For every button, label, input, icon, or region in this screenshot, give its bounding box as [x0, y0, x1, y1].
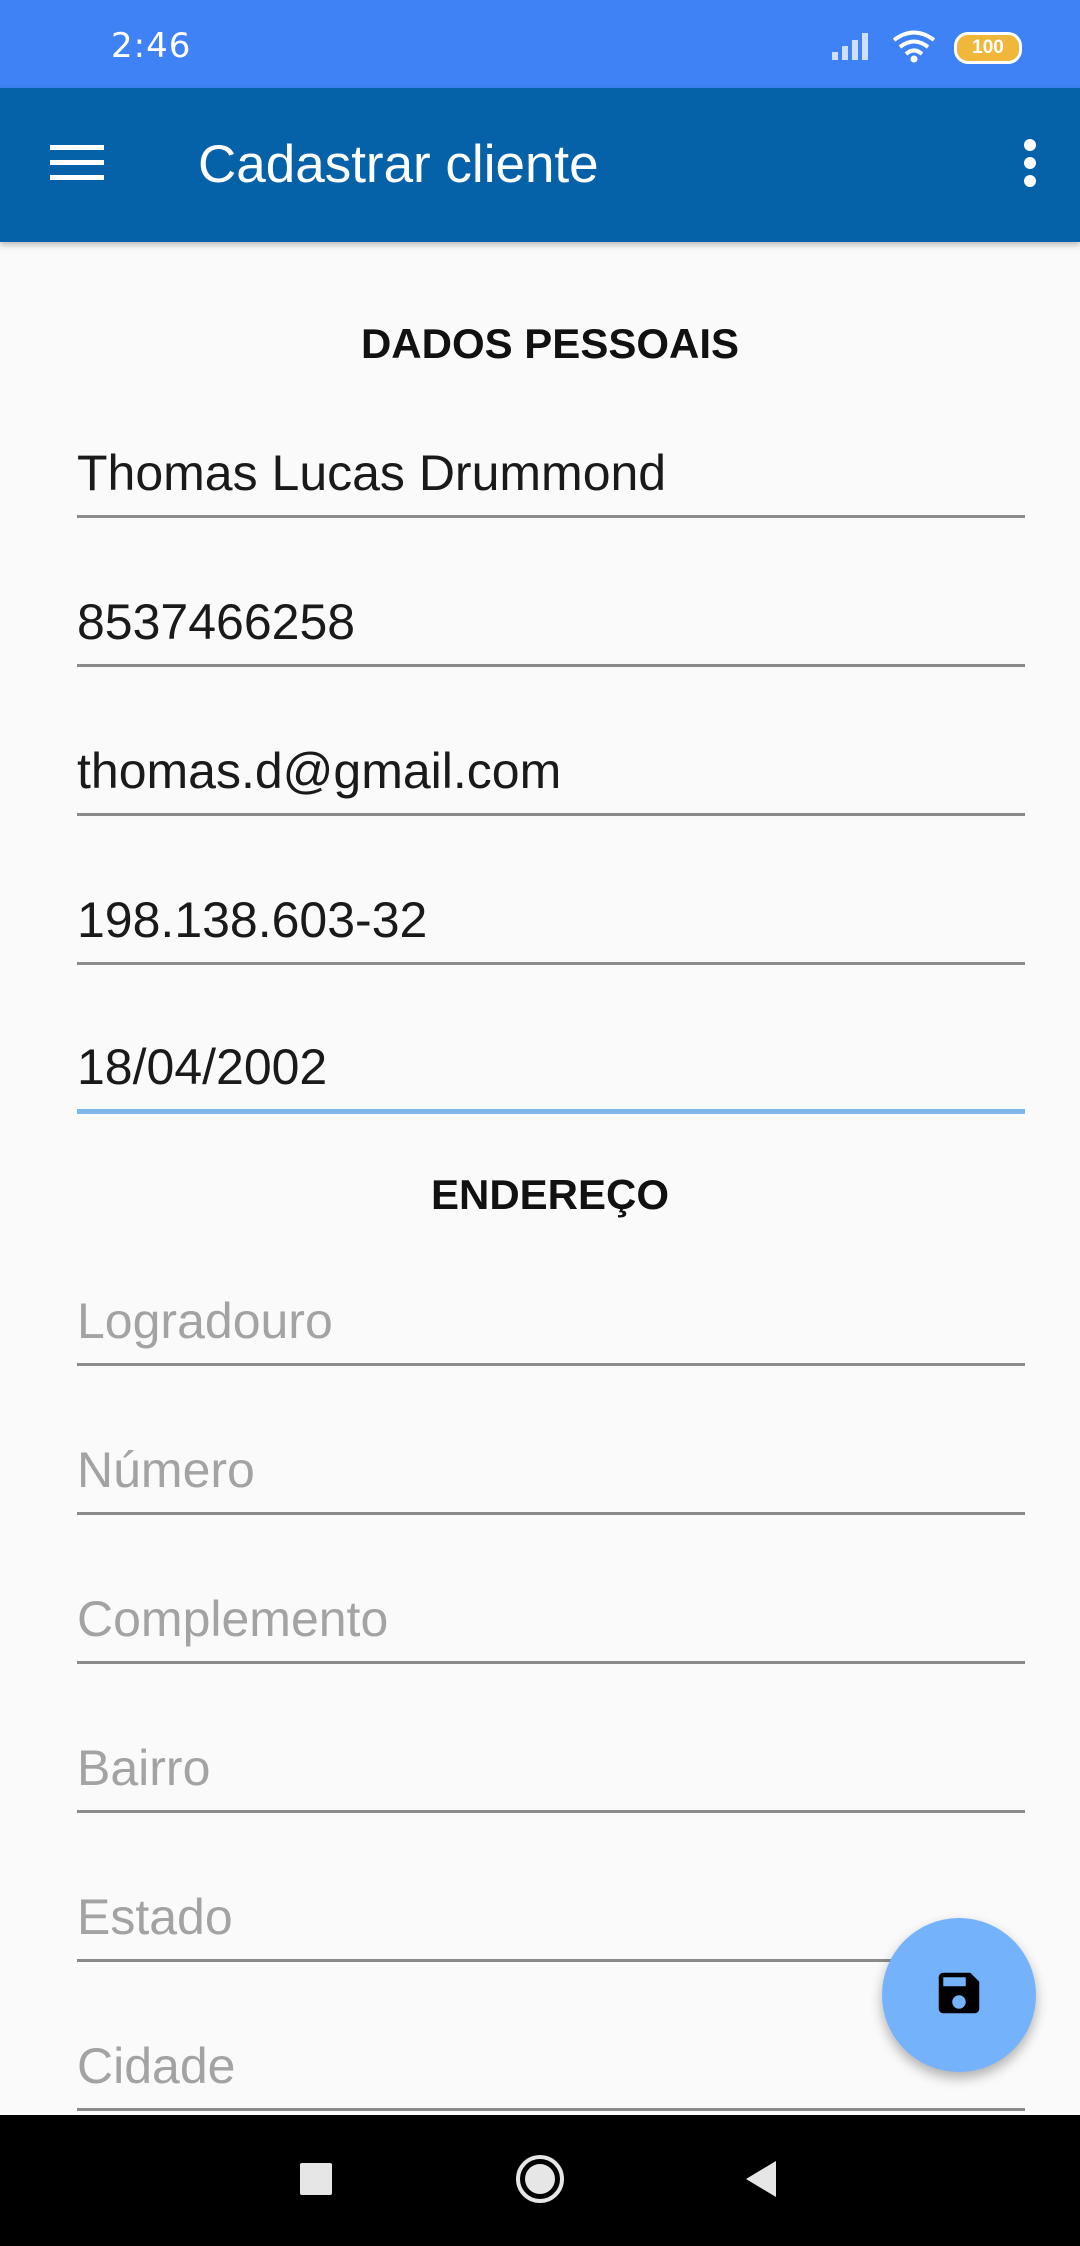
back-button[interactable] — [724, 2145, 796, 2217]
menu-button[interactable] — [44, 132, 110, 198]
section-title-address: ENDEREÇO — [430, 1171, 670, 1218]
name-field-value: Thomas Lucas Drummond — [77, 445, 667, 501]
form-content[interactable]: DADOS PESSOAIS Thomas Lucas Drummond 853… — [0, 242, 1080, 2115]
number-field[interactable]: Número — [77, 1421, 1025, 1515]
app-bar: Cadastrar cliente — [0, 88, 1080, 242]
phone-field[interactable]: 8537466258 — [77, 573, 1025, 667]
neighborhood-field[interactable]: Bairro — [77, 1719, 1025, 1813]
overflow-menu-button[interactable] — [1002, 128, 1058, 202]
neighborhood-field-placeholder: Bairro — [77, 1740, 211, 1796]
status-bar: 2:46 100 — [0, 0, 1080, 88]
cpf-field[interactable]: 198.138.603-32 — [77, 871, 1025, 965]
status-icons: 100 — [830, 28, 1022, 68]
cpf-field-value: 198.138.603-32 — [77, 892, 428, 948]
email-field-value: thomas.d@gmail.com — [77, 743, 562, 799]
name-field[interactable]: Thomas Lucas Drummond — [77, 424, 1025, 518]
street-field[interactable]: Logradouro — [77, 1272, 1025, 1366]
wifi-icon — [892, 29, 936, 68]
save-icon — [932, 1966, 986, 2025]
complement-field[interactable]: Complemento — [77, 1570, 1025, 1664]
number-field-placeholder: Número — [77, 1442, 255, 1498]
recents-square-icon — [299, 2162, 333, 2201]
street-field-placeholder: Logradouro — [77, 1293, 333, 1349]
home-circle-icon — [514, 2153, 566, 2210]
birthdate-field[interactable]: 18/04/2002 — [77, 1020, 1025, 1114]
state-field-placeholder: Estado — [77, 1889, 233, 1945]
email-field[interactable]: thomas.d@gmail.com — [77, 722, 1025, 816]
home-button[interactable] — [504, 2145, 576, 2217]
state-field[interactable]: Estado — [77, 1868, 1025, 1962]
status-time: 2:46 — [111, 26, 192, 66]
birthdate-field-value: 18/04/2002 — [77, 1039, 328, 1095]
battery-icon: 100 — [954, 32, 1022, 64]
save-button[interactable] — [882, 1918, 1036, 2072]
more-vert-icon — [1023, 138, 1037, 192]
city-field[interactable]: Cidade — [77, 2017, 1025, 2111]
hamburger-menu-icon — [50, 143, 104, 188]
back-triangle-icon — [742, 2159, 778, 2204]
system-nav-bar — [0, 2115, 1080, 2246]
page-title: Cadastrar cliente — [198, 135, 599, 194]
signal-icon — [830, 30, 874, 67]
complement-field-placeholder: Complemento — [77, 1591, 389, 1647]
phone-field-value: 8537466258 — [77, 594, 356, 650]
recents-button[interactable] — [280, 2145, 352, 2217]
section-title-personal: DADOS PESSOAIS — [360, 320, 740, 367]
battery-level: 100 — [972, 37, 1004, 58]
city-field-placeholder: Cidade — [77, 2038, 236, 2094]
